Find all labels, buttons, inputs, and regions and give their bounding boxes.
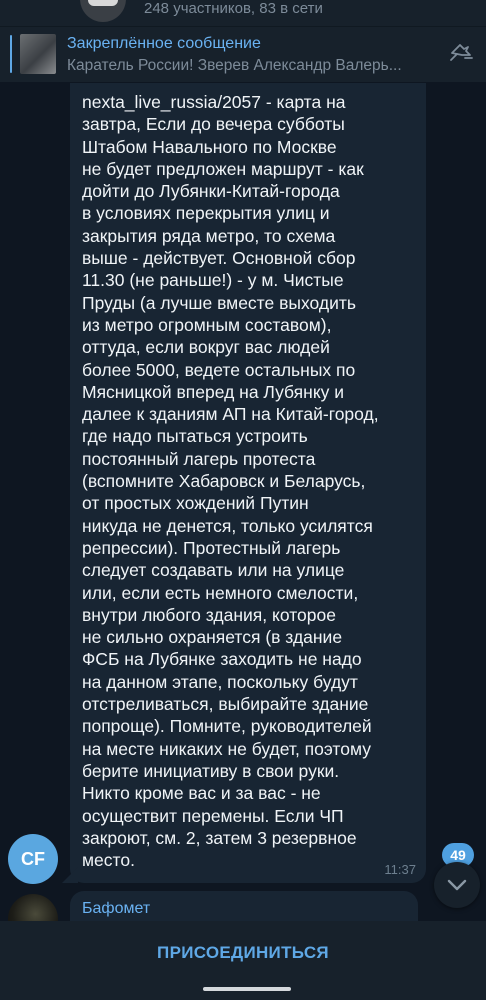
- scroll-down-button[interactable]: [434, 862, 480, 908]
- pinned-message-bar[interactable]: Закреплённое сообщение Каратель России! …: [0, 26, 486, 82]
- pinned-preview-text: Каратель России! Зверев Александр Валерь…: [67, 57, 402, 74]
- sender-avatar[interactable]: CF: [8, 834, 58, 884]
- member-count: 248 участников, 83 в сети: [144, 0, 323, 17]
- join-button[interactable]: ПРИСОЕДИНИТЬСЯ: [0, 921, 486, 985]
- chevron-down-icon: [447, 879, 467, 891]
- message-time: 11:37: [384, 862, 416, 877]
- chat-header[interactable]: 248 участников, 83 в сети: [0, 0, 486, 26]
- pinned-title: Закреплённое сообщение: [67, 35, 261, 52]
- message-text: nexta_live_russia/2057 - карта на завтра…: [82, 92, 379, 871]
- pinned-indicator: [10, 35, 12, 73]
- home-indicator[interactable]: [203, 987, 291, 991]
- pinned-thumbnail: [20, 34, 56, 74]
- message-bubble[interactable]: nexta_live_russia/2057 - карта на завтра…: [70, 83, 426, 883]
- next-sender-name[interactable]: Бафомет: [82, 900, 150, 918]
- group-avatar[interactable]: [80, 0, 126, 22]
- unpin-icon[interactable]: [446, 41, 476, 67]
